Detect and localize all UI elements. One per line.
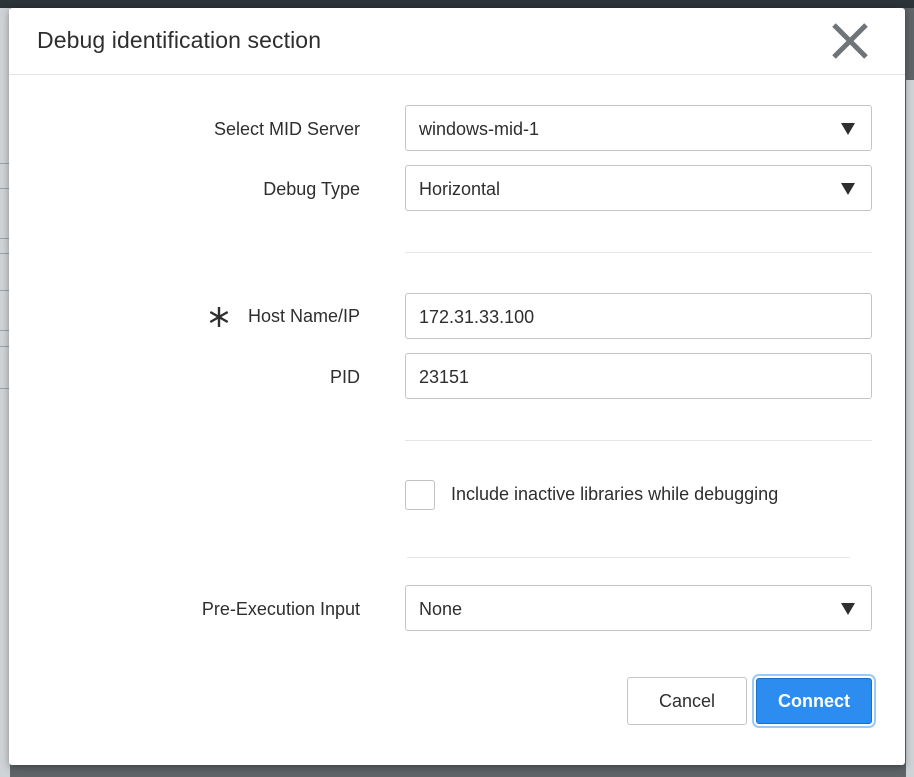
dialog-header: Debug identification section	[9, 8, 905, 75]
connect-button[interactable]: Connect	[756, 678, 872, 724]
pid-label: PID	[329, 367, 360, 387]
host-value: 172.31.33.100	[419, 307, 535, 327]
close-icon	[832, 23, 868, 59]
app-header-bar	[0, 0, 914, 8]
pid-value: 23151	[419, 367, 470, 387]
debug-type-select[interactable]: Horizontal	[405, 165, 872, 211]
debug-dialog: Debug identification section Select MID …	[9, 8, 905, 765]
section-divider	[407, 557, 850, 558]
debug-type-value: Horizontal	[419, 179, 501, 199]
section-divider	[405, 252, 872, 253]
pre-execution-value: None	[419, 599, 463, 619]
close-button[interactable]	[827, 18, 875, 66]
include-inactive-checkbox[interactable]	[405, 480, 435, 510]
chevron-down-icon	[841, 183, 855, 195]
pre-execution-select[interactable]: None	[405, 585, 872, 631]
debug-type-label: Debug Type	[263, 179, 360, 199]
mid-server-label: Select MID Server	[213, 119, 360, 139]
background-page-right	[906, 80, 914, 777]
include-inactive-label[interactable]: Include inactive libraries while debuggi…	[451, 484, 778, 505]
pid-input[interactable]: 23151	[405, 353, 872, 399]
chevron-down-icon	[841, 123, 855, 135]
host-input[interactable]: 172.31.33.100	[405, 293, 872, 339]
mid-server-select[interactable]: windows-mid-1	[405, 105, 872, 151]
pre-execution-label: Pre-Execution Input	[201, 599, 360, 619]
host-label: Host Name/IP	[247, 306, 360, 326]
chevron-down-icon	[841, 603, 855, 615]
section-divider	[405, 440, 872, 441]
required-asterisk-icon	[209, 307, 229, 327]
dialog-title: Debug identification section	[37, 27, 322, 53]
cancel-button[interactable]: Cancel	[627, 677, 747, 725]
mid-server-value: windows-mid-1	[419, 119, 540, 139]
